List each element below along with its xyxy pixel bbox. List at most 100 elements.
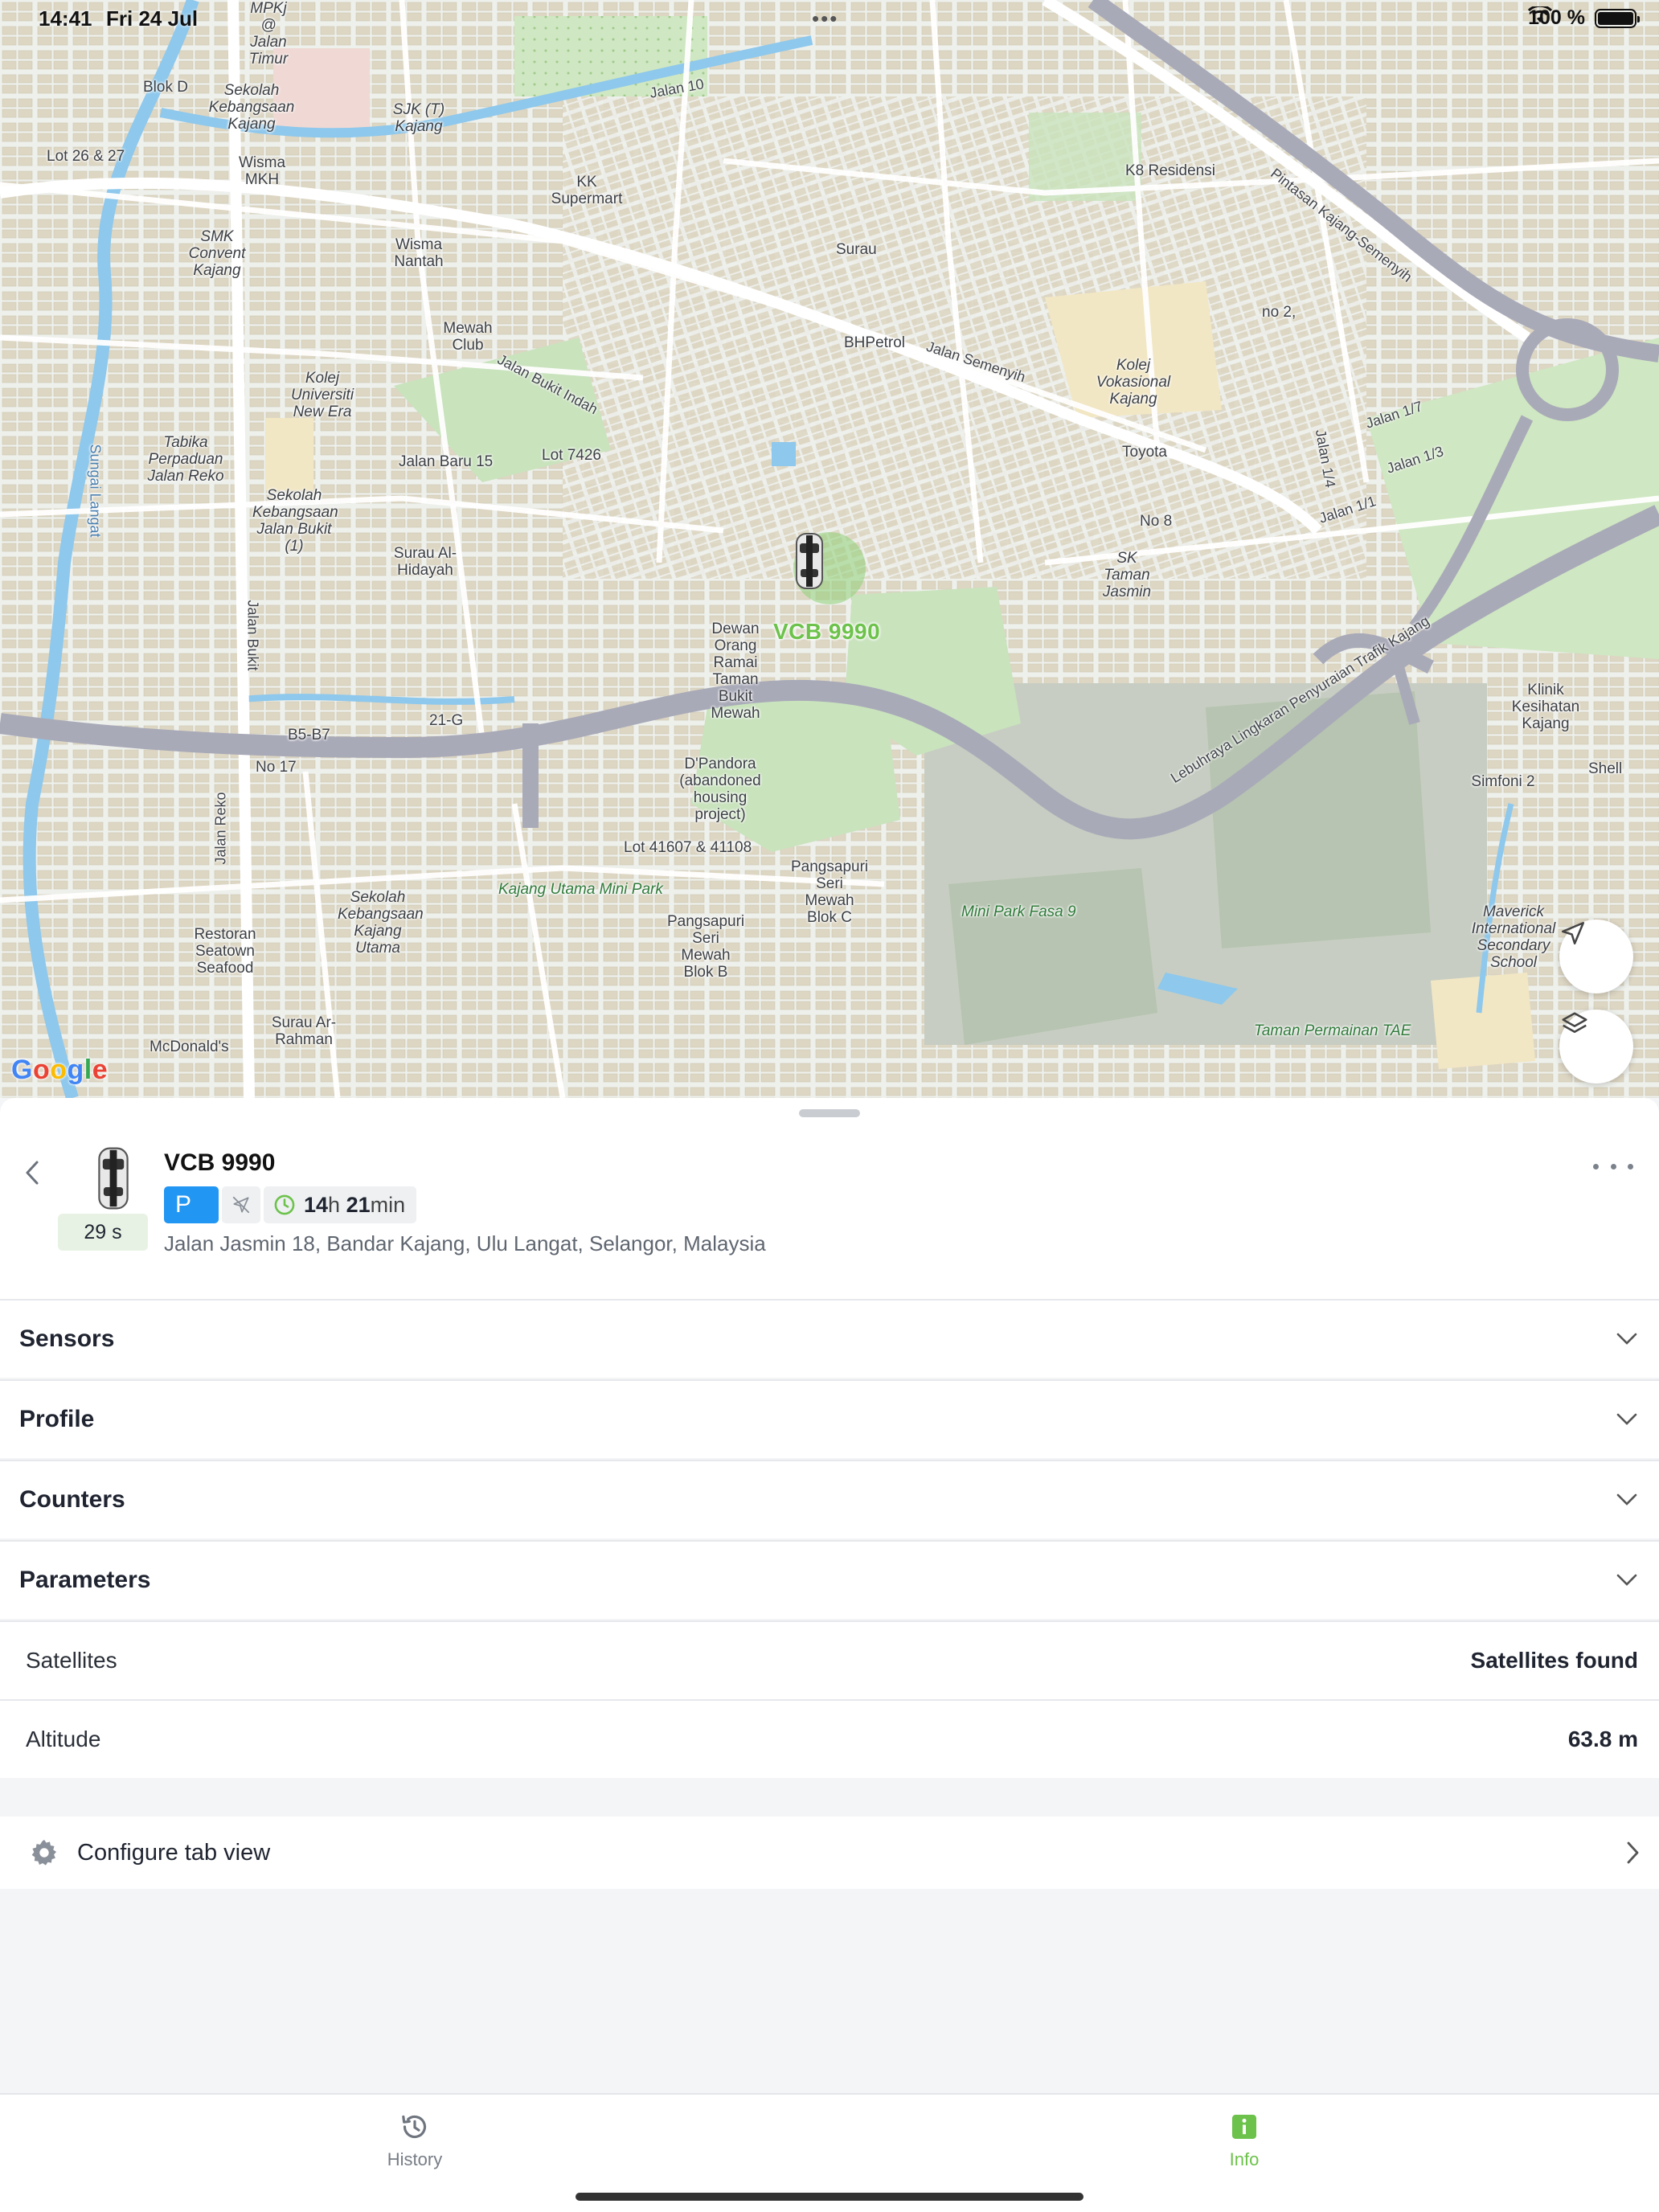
configure-tab-view-button[interactable]: Configure tab view <box>0 1817 1659 1889</box>
section-profile[interactable]: Profile <box>0 1379 1659 1458</box>
unit-info-sheet: 29 s VCB 9990 P 14h 21min Jalan Jasmin 1… <box>0 1098 1659 2093</box>
back-button[interactable] <box>16 1153 48 1193</box>
map-label: Jalan Reko <box>212 792 229 865</box>
map-label: Pangsapuri Seri Mewah Blok C <box>791 858 869 926</box>
map-label: Blok D <box>143 79 188 96</box>
parameter-value: Satellites found <box>1470 1648 1638 1673</box>
unit-header: 29 s VCB 9990 P 14h 21min Jalan Jasmin 1… <box>0 1098 1659 1299</box>
map-label: BHPetrol <box>844 334 906 351</box>
duration-hours-unit: h <box>328 1192 341 1217</box>
map-label: Surau <box>836 241 877 258</box>
map-label: KK Supermart <box>551 174 623 207</box>
map-label: No 8 <box>1140 513 1173 530</box>
map-label: No 17 <box>256 759 297 776</box>
map-label: Sekolah Kebangsaan Jalan Bukit (1) <box>252 487 338 555</box>
map-label: McDonald's <box>150 1038 229 1055</box>
chevron-left-icon <box>26 1161 39 1185</box>
map-label: Shell <box>1588 760 1623 777</box>
map-label: B5-B7 <box>288 727 330 743</box>
map-label: SMK Convent Kajang <box>188 228 246 279</box>
more-dot <box>1593 1163 1599 1169</box>
map-label: D'Pandora (abandoned housing project) <box>679 756 761 823</box>
info-icon <box>1232 2115 1256 2139</box>
map-label: Lot 26 & 27 <box>47 148 125 165</box>
app-root: Jalan Semenyih K8 Residensi Pintasan Kaj… <box>0 0 1659 2212</box>
configure-label: Configure tab view <box>77 1839 271 1866</box>
home-indicator[interactable] <box>576 2193 1083 2201</box>
status-bar: 14:41 Fri 24 Jul ••• 100 % <box>0 0 1659 37</box>
last-update-badge: 29 s <box>58 1214 148 1251</box>
more-dot <box>1628 1163 1633 1169</box>
section-title: Parameters <box>19 1567 151 1593</box>
gear-icon <box>31 1839 57 1866</box>
status-time: 14:41 <box>39 6 92 31</box>
section-counters[interactable]: Counters <box>0 1460 1659 1538</box>
vehicle-marker[interactable] <box>793 532 866 604</box>
multitasking-dots-icon[interactable]: ••• <box>812 6 838 31</box>
map-label: Klinik Kesihatan Kajang <box>1511 682 1580 732</box>
section-parameters[interactable]: Parameters <box>0 1540 1659 1619</box>
unit-status-chips: P 14h 21min <box>164 1186 417 1223</box>
map-label: Simfoni 2 <box>1471 773 1535 790</box>
chevron-down-icon <box>1616 1574 1637 1586</box>
clock-icon <box>274 1194 295 1215</box>
section-title: Profile <box>19 1406 95 1432</box>
parameter-label: Altitude <box>26 1727 101 1751</box>
map-label: Toyota <box>1122 444 1167 461</box>
chevron-right-icon <box>1627 1841 1639 1864</box>
duration-minutes: 21 <box>346 1192 371 1217</box>
map-label: Mewah Club <box>443 320 493 354</box>
map-label: Taman Permainan TAE <box>1254 1022 1411 1039</box>
chevron-down-icon <box>1616 1333 1637 1345</box>
more-dot <box>1610 1163 1616 1169</box>
map-label: Lot 7426 <box>542 447 601 464</box>
tab-info[interactable]: Info <box>1180 2111 1309 2170</box>
map-label: Maverick International Secondary School <box>1471 903 1556 971</box>
map-label: Sungai Langat <box>87 444 104 538</box>
parking-status-chip: P <box>164 1186 219 1223</box>
map-label: SK Taman Jasmin <box>1102 550 1152 600</box>
locate-button[interactable] <box>1559 920 1633 993</box>
wifi-icon <box>1528 6 1553 23</box>
gps-off-icon <box>232 1196 250 1214</box>
map-view[interactable]: Jalan Semenyih K8 Residensi Pintasan Kaj… <box>0 0 1659 1098</box>
car-icon <box>796 533 823 589</box>
map-label: Kolej Vokasional Kajang <box>1096 357 1171 408</box>
tab-label: Info <box>1229 2149 1260 2169</box>
map-label: Lot 41607 & 41108 <box>624 839 752 856</box>
map-label: Surau Al-Hidayah <box>393 545 457 579</box>
unit-car-icon <box>85 1145 141 1214</box>
no-gps-chip <box>222 1186 260 1223</box>
more-options-button[interactable] <box>1593 1154 1633 1178</box>
section-sensors[interactable]: Sensors <box>0 1299 1659 1378</box>
map-label: Kolej Universiti New Era <box>290 370 354 420</box>
map-label: Wisma Nantah <box>394 236 444 270</box>
status-indicators: 100 % <box>1528 6 1640 30</box>
vehicle-map-label[interactable]: VCB 9990 <box>773 619 880 645</box>
map-label: Wisma MKH <box>238 154 286 188</box>
map-label: Sekolah Kebangsaan Kajang Utama <box>338 889 424 956</box>
map-label: Restoran Seatown Seafood <box>194 926 256 977</box>
map-label: Tabika Perpaduan Jalan Reko <box>147 434 224 485</box>
map-label: Jalan Baru 15 <box>399 453 494 470</box>
battery-icon <box>1595 8 1640 28</box>
map-label: SJK (T) Kajang <box>392 101 445 135</box>
section-title: Counters <box>19 1486 125 1513</box>
map-label: no 2, <box>1262 304 1296 321</box>
duration-chip: 14h 21min <box>264 1186 417 1223</box>
history-icon <box>402 2115 427 2139</box>
parameter-row-satellites: Satellites Satellites found <box>0 1620 1659 1699</box>
layers-icon <box>1562 1012 1587 1033</box>
parameter-value: 63.8 m <box>1567 1727 1638 1751</box>
unit-address[interactable]: Jalan Jasmin 18, Bandar Kajang, Ulu Lang… <box>164 1231 766 1256</box>
duration-hours: 14 <box>304 1192 329 1217</box>
map-layers-button[interactable] <box>1559 1010 1633 1083</box>
unit-name: VCB 9990 <box>164 1149 276 1176</box>
chevron-down-icon <box>1616 1493 1637 1505</box>
tab-bar: History Info <box>0 2093 1659 2212</box>
section-title: Sensors <box>19 1325 115 1352</box>
tab-label: History <box>387 2149 443 2169</box>
tab-history[interactable]: History <box>350 2111 479 2170</box>
sheet-grabber[interactable] <box>799 1109 860 1117</box>
google-logo: Google <box>11 1055 109 1085</box>
